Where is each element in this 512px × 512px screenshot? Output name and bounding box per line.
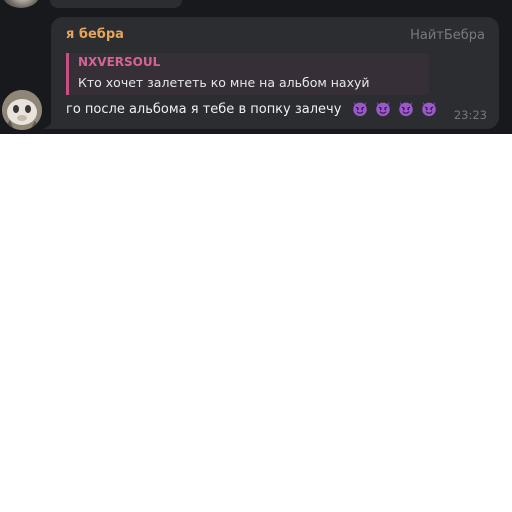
chat-view: я бебра НайтБебра NXVERSOUL Кто хочет за…: [0, 0, 512, 134]
emoji-row: [351, 99, 438, 119]
avatar[interactable]: [2, 90, 42, 130]
smiling-imp-icon: [376, 101, 390, 117]
smiling-imp-icon: [353, 101, 367, 117]
reply-author: NXVERSOUL: [78, 55, 161, 69]
smiling-imp-icon: [399, 101, 413, 117]
avatar[interactable]: [2, 0, 40, 8]
avatar-image: [2, 90, 42, 130]
author-tag: НайтБебра: [410, 28, 485, 43]
reply-quote[interactable]: NXVERSOUL Кто хочет залететь ко мне на а…: [66, 53, 429, 95]
previous-message-bubble[interactable]: [50, 0, 182, 8]
message-time: 23:23: [453, 108, 487, 122]
smiling-imp-icon: [422, 101, 436, 117]
message-bubble[interactable]: я бебра НайтБебра NXVERSOUL Кто хочет за…: [51, 17, 499, 129]
message-author[interactable]: я бебра: [66, 27, 124, 42]
message-text: го после альбома я тебе в попку залечу: [66, 102, 342, 117]
reply-text: Кто хочет залететь ко мне на альбом наху…: [78, 75, 370, 90]
